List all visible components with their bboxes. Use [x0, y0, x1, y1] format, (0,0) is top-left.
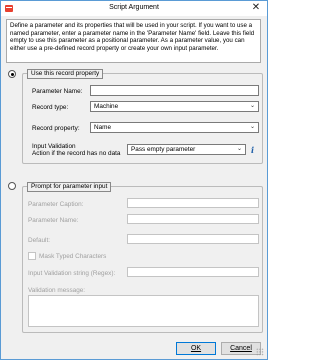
validation-string-label: Input Validation string (Regex):	[28, 270, 116, 277]
record-property-select[interactable]: Name ⌄	[90, 122, 259, 133]
validation-message-textarea[interactable]	[28, 295, 259, 327]
action-no-data-label: Action if the record has no data	[32, 150, 121, 157]
chevron-down-icon: ⌄	[236, 146, 242, 152]
use-record-property-radio[interactable]	[8, 70, 16, 78]
chevron-down-icon: ⌄	[249, 124, 255, 130]
prompt-parameter-name-input[interactable]	[127, 214, 259, 224]
prompt-parameter-name-label: Parameter Name:	[28, 217, 79, 224]
description-text: Define a parameter and its properties th…	[6, 19, 261, 63]
info-icon[interactable]: i	[251, 145, 254, 155]
action-no-data-select[interactable]: Pass empty parameter ⌄	[127, 144, 246, 155]
close-icon[interactable]: ✕	[246, 1, 266, 15]
window-title: Script Argument	[109, 4, 159, 11]
record-type-value: Machine	[94, 103, 119, 110]
parameter-name-input[interactable]	[90, 85, 259, 96]
script-argument-dialog: Script Argument ✕ Define a parameter and…	[0, 0, 268, 360]
parameter-caption-input[interactable]	[127, 198, 259, 208]
validation-message-label: Validation message:	[28, 287, 86, 294]
resize-grip-icon[interactable]	[256, 348, 264, 356]
mask-typed-characters-checkbox[interactable]	[28, 252, 36, 260]
prompt-for-input-radio[interactable]	[8, 182, 16, 190]
record-type-label: Record type:	[32, 104, 69, 111]
ok-button-label: OK	[190, 345, 202, 352]
record-property-legend: Use this record property	[27, 69, 104, 79]
parameter-caption-label: Parameter Caption:	[28, 201, 84, 208]
input-validation-label: Input Validation	[32, 143, 76, 150]
validation-string-input[interactable]	[127, 267, 259, 277]
ok-button[interactable]: OK	[176, 342, 216, 355]
record-property-value: Name	[94, 124, 112, 131]
default-input[interactable]	[127, 234, 259, 244]
prompt-input-legend: Prompt for parameter input	[27, 182, 112, 192]
parameter-name-label: Parameter Name:	[32, 88, 83, 95]
mask-typed-characters-label: Mask Typed Characters	[39, 253, 107, 260]
record-type-select[interactable]: Machine ⌄	[90, 101, 259, 112]
record-property-label: Record property:	[32, 125, 80, 132]
title-bar: Script Argument ✕	[1, 1, 267, 16]
default-label: Default:	[28, 237, 51, 244]
action-no-data-value: Pass empty parameter	[131, 146, 196, 153]
cancel-button[interactable]: Cancel	[221, 342, 261, 355]
chevron-down-icon: ⌄	[249, 103, 255, 109]
cancel-button-label: Cancel	[230, 345, 252, 352]
